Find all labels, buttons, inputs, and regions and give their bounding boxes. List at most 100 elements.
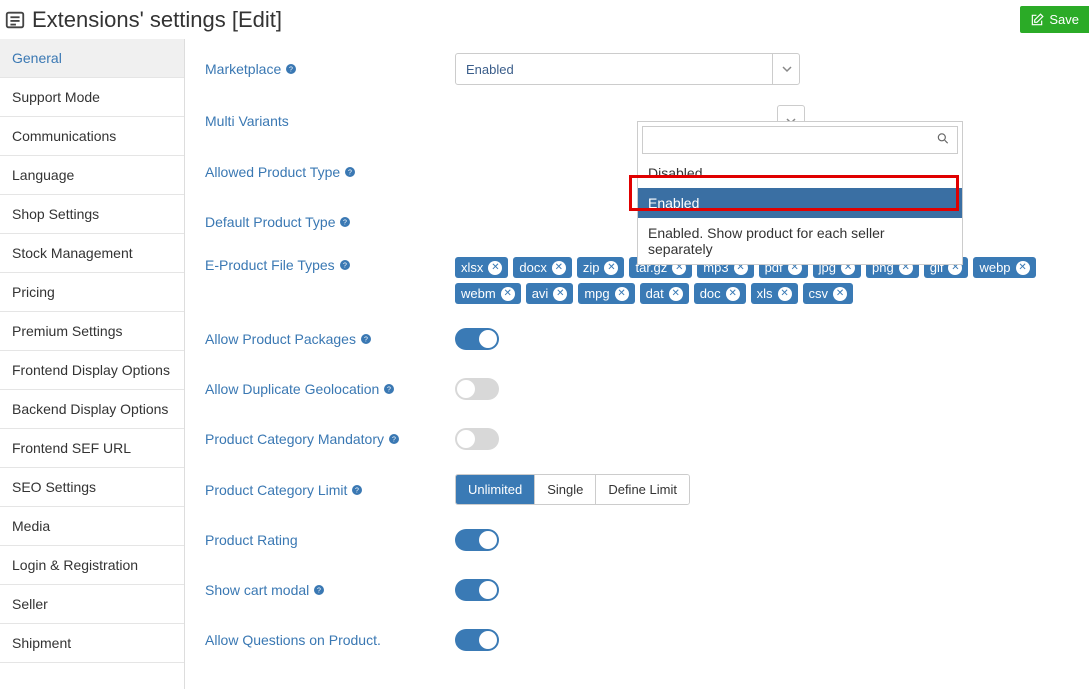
product-category-limit-label: Product Category Limit [205, 482, 347, 498]
tag-label: zip [583, 260, 600, 275]
allow-product-packages-label: Allow Product Packages [205, 331, 356, 347]
remove-tag-icon[interactable]: ✕ [615, 287, 629, 301]
tag-label: csv [809, 286, 829, 301]
dropdown-option[interactable]: Enabled [638, 188, 962, 218]
default-product-type-label: Default Product Type [205, 214, 335, 230]
sidebar-item-support-mode[interactable]: Support Mode [0, 78, 184, 117]
file-type-tag: csv ✕ [803, 283, 854, 304]
product-rating-toggle[interactable] [455, 529, 499, 551]
tag-label: docx [519, 260, 546, 275]
svg-text:?: ? [289, 67, 293, 74]
sidebar-item-frontend-display-options[interactable]: Frontend Display Options [0, 351, 184, 390]
eproduct-file-types-label: E-Product File Types [205, 257, 335, 273]
allow-questions-on-product-label: Allow Questions on Product. [205, 632, 381, 648]
allow-duplicate-geolocation-toggle[interactable] [455, 378, 499, 400]
page-title: Extensions' settings [Edit] [32, 7, 282, 33]
remove-tag-icon[interactable]: ✕ [552, 261, 566, 275]
main-form: Marketplace ? Enabled DisabledEnabledEna… [185, 39, 1089, 689]
file-type-tag: docx ✕ [513, 257, 571, 278]
svg-text:?: ? [343, 263, 347, 270]
allow-questions-on-product-toggle[interactable] [455, 629, 499, 651]
file-type-tag: xlsx ✕ [455, 257, 508, 278]
allow-product-packages-toggle[interactable] [455, 328, 499, 350]
sidebar-item-premium-settings[interactable]: Premium Settings [0, 312, 184, 351]
save-button[interactable]: Save [1020, 6, 1089, 33]
file-type-tag: doc✕ [694, 283, 746, 304]
category-limit-option[interactable]: Unlimited [456, 475, 535, 504]
tag-label: xlsx [461, 260, 483, 275]
sidebar-item-communications[interactable]: Communications [0, 117, 184, 156]
product-category-mandatory-toggle[interactable] [455, 428, 499, 450]
svg-text:?: ? [364, 337, 368, 344]
sidebar-item-media[interactable]: Media [0, 507, 184, 546]
svg-text:?: ? [392, 437, 396, 444]
sidebar-item-general[interactable]: General [0, 39, 184, 78]
sidebar-item-pricing[interactable]: Pricing [0, 273, 184, 312]
file-type-tag: avi ✕ [526, 283, 574, 304]
sidebar-item-language[interactable]: Language [0, 156, 184, 195]
remove-tag-icon[interactable]: ✕ [669, 287, 683, 301]
dropdown-option[interactable]: Enabled. Show product for each seller se… [638, 218, 962, 264]
help-icon[interactable]: ? [313, 584, 325, 596]
file-type-tag: xls ✕ [751, 283, 798, 304]
sidebar-item-shop-settings[interactable]: Shop Settings [0, 195, 184, 234]
file-type-tag: mpg ✕ [578, 283, 634, 304]
remove-tag-icon[interactable]: ✕ [604, 261, 618, 275]
dropdown-panel: DisabledEnabledEnabled. Show product for… [637, 121, 963, 265]
help-icon[interactable]: ? [383, 383, 395, 395]
dropdown-search-input[interactable] [642, 126, 958, 154]
sidebar-item-frontend-sef-url[interactable]: Frontend SEF URL [0, 429, 184, 468]
help-icon[interactable]: ? [360, 333, 372, 345]
save-button-label: Save [1049, 12, 1079, 27]
help-icon[interactable]: ? [285, 63, 297, 75]
remove-tag-icon[interactable]: ✕ [778, 287, 792, 301]
remove-tag-icon[interactable]: ✕ [501, 287, 515, 301]
product-rating-label: Product Rating [205, 532, 298, 548]
tag-label: xls [757, 286, 773, 301]
svg-text:?: ? [348, 170, 352, 177]
page-header: Extensions' settings [Edit] Save [0, 0, 1089, 39]
show-cart-modal-label: Show cart modal [205, 582, 309, 598]
remove-tag-icon[interactable]: ✕ [833, 287, 847, 301]
chevron-down-icon [772, 53, 800, 85]
tag-label: webp [979, 260, 1010, 275]
tag-label: avi [532, 286, 549, 301]
marketplace-select[interactable]: Enabled [455, 53, 800, 85]
show-cart-modal-toggle[interactable] [455, 579, 499, 601]
category-limit-option[interactable]: Single [535, 475, 596, 504]
file-type-tag: zip ✕ [577, 257, 625, 278]
help-icon[interactable]: ? [339, 216, 351, 228]
help-icon[interactable]: ? [351, 484, 363, 496]
marketplace-label: Marketplace [205, 61, 281, 77]
sidebar: GeneralSupport ModeCommunicationsLanguag… [0, 39, 185, 689]
product-category-limit-group: UnlimitedSingleDefine Limit [455, 474, 690, 505]
svg-text:?: ? [317, 588, 321, 595]
svg-text:?: ? [355, 487, 359, 494]
remove-tag-icon[interactable]: ✕ [726, 287, 740, 301]
file-type-tag: webm ✕ [455, 283, 521, 304]
multi-variants-label: Multi Variants [205, 113, 289, 129]
tag-label: webm [461, 286, 496, 301]
sidebar-item-backend-display-options[interactable]: Backend Display Options [0, 390, 184, 429]
file-type-tag: webp ✕ [973, 257, 1035, 278]
marketplace-select-value: Enabled [455, 53, 800, 85]
sidebar-item-login-registration[interactable]: Login & Registration [0, 546, 184, 585]
remove-tag-icon[interactable]: ✕ [553, 287, 567, 301]
sidebar-item-stock-management[interactable]: Stock Management [0, 234, 184, 273]
help-icon[interactable]: ? [339, 259, 351, 271]
category-limit-option[interactable]: Define Limit [596, 475, 689, 504]
tag-label: dat [646, 286, 664, 301]
help-icon[interactable]: ? [388, 433, 400, 445]
tag-label: mpg [584, 286, 609, 301]
dropdown-option[interactable]: Disabled [638, 158, 962, 188]
page-icon [4, 9, 26, 31]
sidebar-item-shipment[interactable]: Shipment [0, 624, 184, 663]
remove-tag-icon[interactable]: ✕ [488, 261, 502, 275]
allowed-product-type-label: Allowed Product Type [205, 164, 340, 180]
help-icon[interactable]: ? [344, 166, 356, 178]
sidebar-item-seo-settings[interactable]: SEO Settings [0, 468, 184, 507]
search-icon [936, 132, 950, 149]
remove-tag-icon[interactable]: ✕ [1016, 261, 1030, 275]
file-type-tag: dat ✕ [640, 283, 689, 304]
sidebar-item-seller[interactable]: Seller [0, 585, 184, 624]
